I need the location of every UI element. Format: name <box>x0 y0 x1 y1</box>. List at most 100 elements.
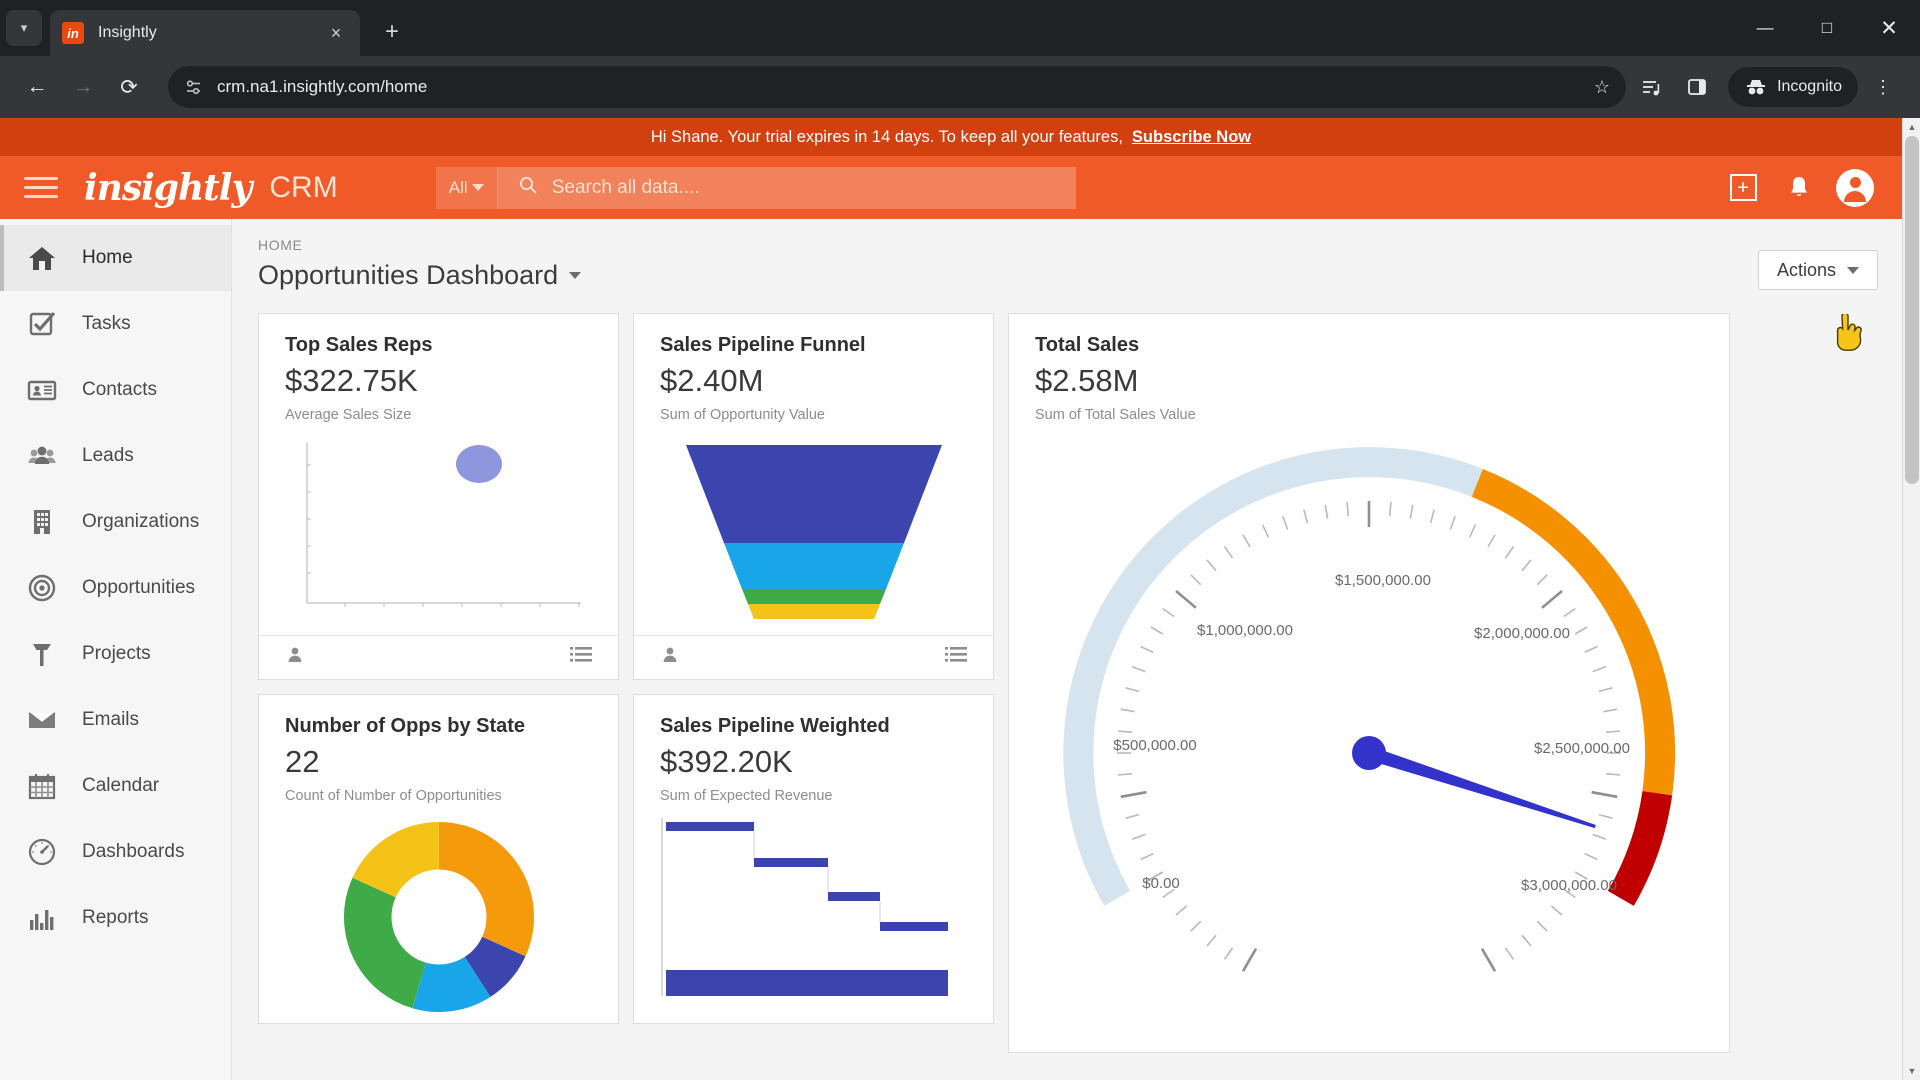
sidebar-item-dashboards[interactable]: Dashboards <box>0 819 231 885</box>
card-title: Top Sales Reps <box>285 334 433 356</box>
minimize-window-button[interactable]: — <box>1734 0 1796 56</box>
card-subtitle: Sum of Expected Revenue <box>660 788 833 804</box>
page-scrollbar[interactable]: ▲ ▼ <box>1902 118 1920 1080</box>
hamburger-icon[interactable] <box>24 171 58 205</box>
dashboard-cards-grid: Top Sales Reps $322.75K Average Sales Si… <box>258 313 1878 1053</box>
waterfall-chart[interactable] <box>634 804 993 1013</box>
app-body: Home Tasks Contacts Leads Organizations … <box>0 219 1902 1080</box>
window-controls: — □ ✕ <box>1734 0 1920 56</box>
sidebar-item-contacts[interactable]: Contacts <box>0 357 231 423</box>
incognito-label: Incognito <box>1777 78 1842 95</box>
sidebar-item-label: Opportunities <box>82 577 196 598</box>
sidebar-item-leads[interactable]: Leads <box>0 423 231 489</box>
page-viewport: Hi Shane. Your trial expires in 14 days.… <box>0 118 1920 1080</box>
target-icon <box>26 572 58 604</box>
close-window-button[interactable]: ✕ <box>1858 0 1920 56</box>
sidebar-item-label: Dashboards <box>82 841 185 862</box>
sidebar-item-calendar[interactable]: Calendar <box>0 753 231 819</box>
tab-title: Insightly <box>98 24 157 41</box>
scroll-down-arrow[interactable]: ▼ <box>1903 1062 1920 1080</box>
browser-menu-icon[interactable]: ⋮ <box>1862 66 1904 108</box>
card-title: Sales Pipeline Weighted <box>660 715 890 737</box>
sidebar-item-label: Home <box>82 247 133 268</box>
chevron-down-icon[interactable] <box>569 272 582 279</box>
card-sales-pipeline-weighted[interactable]: Sales Pipeline Weighted $392.20K Sum of … <box>633 694 994 1024</box>
sidebar-item-projects[interactable]: Projects <box>0 621 231 687</box>
sidebar-item-label: Emails <box>82 709 140 730</box>
page-title[interactable]: Opportunities Dashboard <box>258 260 582 291</box>
browser-tab[interactable]: in Insightly × <box>50 10 360 56</box>
new-tab-button[interactable]: + <box>374 14 410 50</box>
url-text: crm.na1.insightly.com/home <box>217 77 428 96</box>
reading-list-icon[interactable] <box>1630 66 1672 108</box>
sidebar-item-label: Contacts <box>82 379 157 400</box>
home-icon <box>26 242 58 274</box>
card-number-of-opps-by-state[interactable]: Number of Opps by State 22 Count of Numb… <box>258 694 619 1024</box>
card-footer <box>259 635 618 679</box>
scrollbar-thumb[interactable] <box>1905 136 1919 484</box>
sidebar-item-tasks[interactable]: Tasks <box>0 291 231 357</box>
app-name-label: CRM <box>269 170 338 204</box>
person-icon[interactable] <box>285 645 305 670</box>
notifications-button[interactable] <box>1776 165 1822 211</box>
card-total-sales[interactable]: Total Sales $2.58M Sum of Total Sales Va… <box>1008 313 1730 1053</box>
subscribe-now-link[interactable]: Subscribe Now <box>1132 128 1251 147</box>
search-placeholder: Search all data.... <box>551 176 700 198</box>
bell-icon <box>1791 176 1807 196</box>
gauge-tick-label: $0.00 <box>1142 875 1180 892</box>
scatter-chart[interactable] <box>259 423 618 635</box>
people-icon <box>26 440 58 472</box>
list-icon[interactable] <box>570 646 592 669</box>
scroll-up-arrow[interactable]: ▲ <box>1903 118 1920 136</box>
bookmark-star-icon[interactable]: ☆ <box>1594 77 1610 98</box>
side-panel-icon[interactable] <box>1676 66 1718 108</box>
card-subtitle: Average Sales Size <box>285 407 412 423</box>
sidebar-item-opportunities[interactable]: Opportunities <box>0 555 231 621</box>
maximize-window-button[interactable]: □ <box>1796 0 1858 56</box>
card-title: Number of Opps by State <box>285 715 526 737</box>
browser-toolbar: ← → ⟳ crm.na1.insightly.com/home ☆ Incog… <box>0 56 1920 118</box>
gauge-tick-label: $1,500,000.00 <box>1335 572 1431 589</box>
card-metric: 22 <box>285 744 320 779</box>
user-avatar-button[interactable] <box>1832 165 1878 211</box>
insightly-favicon: in <box>62 22 84 44</box>
list-icon[interactable] <box>945 646 967 669</box>
donut-chart[interactable] <box>259 804 618 1012</box>
envelope-icon <box>26 704 58 736</box>
tab-search-chevron-down-icon[interactable]: ▾ <box>6 10 42 46</box>
bar-chart-icon <box>26 902 58 934</box>
card-subtitle: Sum of Opportunity Value <box>660 407 825 423</box>
person-icon[interactable] <box>660 645 680 670</box>
sidebar-item-reports[interactable]: Reports <box>0 885 231 951</box>
card-footer <box>634 635 993 679</box>
incognito-indicator[interactable]: Incognito <box>1728 67 1858 107</box>
sidebar-item-label: Leads <box>82 445 134 466</box>
actions-button[interactable]: Actions <box>1757 250 1878 290</box>
site-settings-tune-icon[interactable] <box>184 78 203 97</box>
card-top-sales-reps[interactable]: Top Sales Reps $322.75K Average Sales Si… <box>258 313 619 680</box>
forward-button[interactable]: → <box>62 66 104 108</box>
funnel-chart[interactable] <box>634 423 993 635</box>
search-scope-dropdown[interactable]: All <box>436 166 498 209</box>
gauge-chart[interactable]: $0.00 $500,000.00 $1,000,000.00 $1,500,0… <box>1009 423 1729 1033</box>
card-title: Sales Pipeline Funnel <box>660 334 866 356</box>
card-sales-pipeline-funnel[interactable]: Sales Pipeline Funnel $2.40M Sum of Oppo… <box>633 313 994 680</box>
insightly-logo[interactable]: insightly <box>84 167 252 209</box>
sidebar-item-emails[interactable]: Emails <box>0 687 231 753</box>
sidebar-item-label: Tasks <box>82 313 131 334</box>
trial-banner-message: Hi Shane. Your trial expires in 14 days.… <box>650 127 1123 146</box>
breadcrumb[interactable]: HOME <box>258 237 581 253</box>
card-metric: $392.20K <box>660 744 793 779</box>
global-search[interactable]: All Search all data.... <box>435 166 1076 209</box>
sidebar-item-organizations[interactable]: Organizations <box>0 489 231 555</box>
sidebar: Home Tasks Contacts Leads Organizations … <box>0 219 232 1080</box>
reload-button[interactable]: ⟳ <box>108 66 150 108</box>
address-bar[interactable]: crm.na1.insightly.com/home ☆ <box>168 66 1627 108</box>
card-subtitle: Sum of Total Sales Value <box>1035 407 1196 423</box>
search-input[interactable]: Search all data.... <box>497 166 1076 209</box>
add-new-button[interactable]: + <box>1720 165 1766 211</box>
sidebar-item-label: Reports <box>82 907 149 928</box>
close-tab-icon[interactable]: × <box>324 21 348 45</box>
sidebar-item-home[interactable]: Home <box>0 225 231 291</box>
back-button[interactable]: ← <box>16 66 58 108</box>
